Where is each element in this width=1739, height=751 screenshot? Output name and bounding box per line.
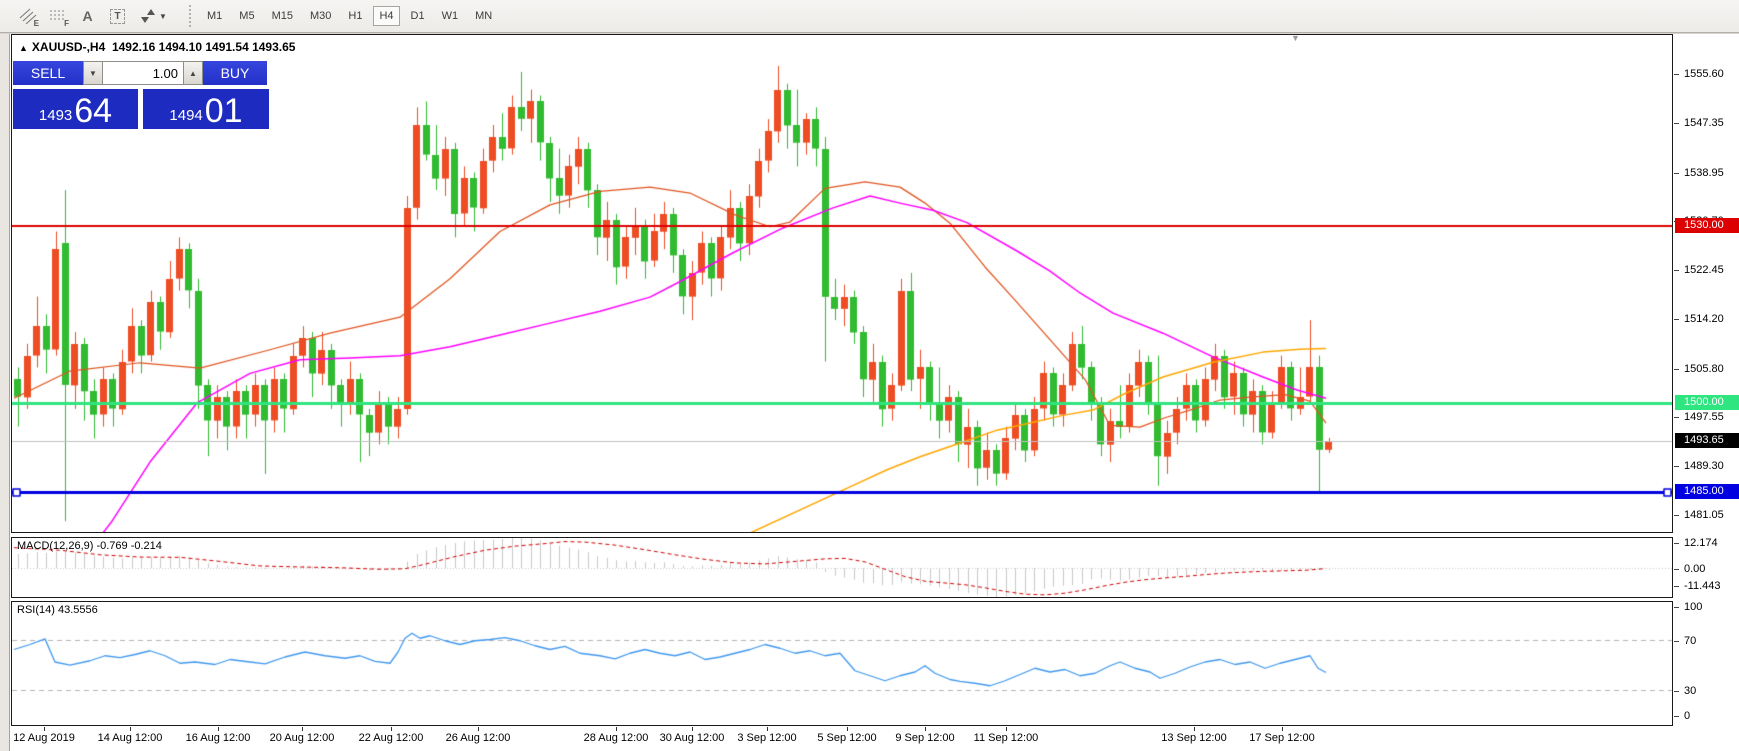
resistance-line-1530-price-label: 1530.00 — [1675, 218, 1739, 233]
price-tick-label: 1514.20 — [1674, 312, 1739, 326]
time-tick-mark — [218, 727, 219, 731]
chart-window: ▲ XAUUSD-,H4 1492.16 1494.10 1491.54 1493… — [10, 34, 1739, 751]
time-tick-mark — [1194, 727, 1195, 731]
time-tick-mark — [1006, 727, 1007, 731]
timeframe-button-M30[interactable]: M30 — [304, 6, 337, 26]
time-tick-mark — [391, 727, 392, 731]
window-left-edge — [0, 34, 10, 751]
time-tick-label: 17 Sep 12:00 — [1232, 732, 1332, 744]
arrows-button[interactable]: ▼ — [134, 4, 174, 29]
scroll-shift-marker-icon: ▼ — [1291, 34, 1300, 43]
mt4-terminal-window: E F A T ▼ M1M5M15M30H1H4D1W1MN ▲XAU — [0, 0, 1739, 751]
buy-price-big: 01 — [205, 95, 243, 127]
time-tick-label: 14 Aug 12:00 — [80, 732, 180, 744]
price-axis[interactable]: 1555.601547.351538.951530.701522.451514.… — [1674, 34, 1739, 748]
dropdown-caret-icon: ▼ — [159, 12, 167, 21]
time-tick-mark — [692, 727, 693, 731]
timeframe-button-MN[interactable]: MN — [469, 6, 498, 26]
channel-letter: E — [34, 19, 39, 28]
timeframe-toolbar: M1M5 M15M30H1H4 D1W1MN — [201, 6, 503, 26]
timeframe-button-H1[interactable]: H1 — [342, 6, 368, 26]
rsi-axis-label: 100 — [1674, 600, 1739, 614]
timeframe-button-M5[interactable]: M5 — [233, 6, 260, 26]
macd-canvas[interactable] — [12, 538, 1672, 597]
price-tick-label: 1538.95 — [1674, 166, 1739, 180]
rsi-canvas[interactable] — [12, 602, 1672, 725]
price-tick-label: 1481.05 — [1674, 508, 1739, 522]
current-price-line-price-label: 1493.65 — [1675, 433, 1739, 448]
timeframe-button-M1[interactable]: M1 — [201, 6, 228, 26]
macd-label: MACD(12,26,9) -0.769 -0.214 — [17, 540, 162, 552]
time-tick-label: 26 Aug 12:00 — [428, 732, 528, 744]
volume-input[interactable] — [103, 61, 183, 85]
timeframe-button-D1[interactable]: D1 — [405, 6, 431, 26]
macd-axis-label: -11.443 — [1674, 579, 1739, 593]
rsi-axis-label: 0 — [1674, 709, 1739, 723]
time-tick-mark — [302, 727, 303, 731]
sell-button[interactable]: SELL — [13, 61, 83, 85]
time-tick-label: 20 Aug 12:00 — [252, 732, 352, 744]
support-line-1485-price-label: 1485.00 — [1675, 484, 1739, 499]
rsi-label: RSI(14) 43.5556 — [17, 604, 98, 616]
time-tick-mark — [44, 727, 45, 731]
fibonacci-button[interactable]: F — [44, 4, 71, 29]
sell-price-display[interactable]: 1493 64 — [13, 87, 138, 129]
macd-axis-label: 12.174 — [1674, 536, 1739, 550]
time-tick-mark — [616, 727, 617, 731]
price-tick-label: 1497.55 — [1674, 410, 1739, 424]
buy-price-display[interactable]: 1494 01 — [143, 87, 269, 129]
volume-decrease-button[interactable]: ▼ — [83, 61, 103, 85]
arrows-icon — [141, 9, 155, 23]
text-icon: A — [82, 8, 92, 24]
macd-indicator-panel: MACD(12,26,9) -0.769 -0.214 — [11, 537, 1673, 598]
time-tick-label: 13 Sep 12:00 — [1144, 732, 1244, 744]
timeframe-button-W1[interactable]: W1 — [436, 6, 465, 26]
time-tick-mark — [767, 727, 768, 731]
rsi-axis-label: 30 — [1674, 684, 1739, 698]
buy-price-main: 1494 — [169, 107, 202, 124]
text-button[interactable]: A — [74, 4, 101, 29]
rsi-indicator-panel: RSI(14) 43.5556 — [11, 601, 1673, 726]
chart-title: ▲ XAUUSD-,H4 1492.16 1494.10 1491.54 1493… — [19, 40, 295, 54]
time-tick-mark — [847, 727, 848, 731]
text-label-button[interactable]: T — [104, 4, 131, 29]
time-tick-label: 11 Sep 12:00 — [956, 732, 1056, 744]
line-studies-toolbar: E F A T ▼ M1M5 M15M30H1H4 D1W1MN — [0, 0, 1739, 33]
price-tick-label: 1522.45 — [1674, 263, 1739, 277]
chart-ohlc-values: 1492.16 1494.10 1491.54 1493.65 — [112, 40, 296, 54]
price-tick-label: 1489.30 — [1674, 459, 1739, 473]
buy-button[interactable]: BUY — [203, 61, 267, 85]
time-tick-mark — [130, 727, 131, 731]
time-axis[interactable]: 12 Aug 201914 Aug 12:0016 Aug 12:0020 Au… — [12, 727, 1674, 748]
price-tick-label: 1555.60 — [1674, 67, 1739, 81]
fibonacci-letter: F — [64, 19, 69, 28]
chart-symbol: XAUUSD-,H4 — [32, 40, 105, 54]
volume-increase-button[interactable]: ▲ — [183, 61, 203, 85]
time-tick-mark — [925, 727, 926, 731]
timeframe-button-M15[interactable]: M15 — [266, 6, 299, 26]
time-tick-label: 22 Aug 12:00 — [341, 732, 441, 744]
sell-price-big: 64 — [74, 95, 112, 127]
price-tick-label: 1547.35 — [1674, 116, 1739, 130]
toolbar-grip — [189, 5, 191, 27]
time-tick-mark — [478, 727, 479, 731]
one-click-trading-panel: SELL ▼ ▲ BUY 1493 64 1494 01 — [13, 61, 269, 129]
collapse-triangle-icon[interactable]: ▲ — [19, 43, 28, 53]
macd-axis-label: 0.00 — [1674, 562, 1739, 576]
rsi-axis-label: 70 — [1674, 634, 1739, 648]
price-tick-label: 1505.80 — [1674, 362, 1739, 376]
equidistant-channel-button[interactable]: E — [14, 4, 41, 29]
timeframe-button-H4[interactable]: H4 — [373, 6, 399, 26]
time-tick-mark — [1282, 727, 1283, 731]
text-label-icon: T — [110, 9, 125, 24]
sell-price-main: 1493 — [39, 107, 72, 124]
support-line-1500-price-label: 1500.00 — [1675, 395, 1739, 410]
main-chart-panel: ▲ XAUUSD-,H4 1492.16 1494.10 1491.54 1493… — [11, 34, 1673, 533]
